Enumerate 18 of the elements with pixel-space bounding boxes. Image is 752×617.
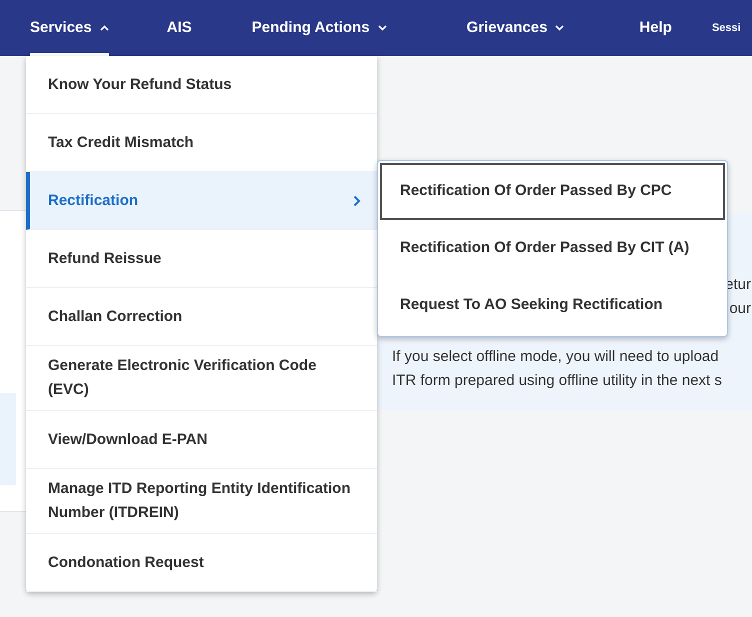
menu-item[interactable]: Know Your Refund Status (26, 56, 377, 114)
info-text: our (729, 299, 752, 319)
nav-menu-item[interactable]: Help (639, 0, 672, 56)
info-text: ITR form prepared using offline utility in the next s (391, 371, 723, 391)
submenu-item[interactable]: Rectification Of Order Passed By CPC (380, 163, 725, 220)
info-text: If you select offline mode, you will need to upload (391, 347, 720, 367)
nav-menu-item[interactable]: Sessi (712, 0, 741, 56)
chevron-right-icon (353, 194, 361, 206)
menu-item[interactable]: View/Download E-PAN (26, 411, 377, 469)
nav-menu-item[interactable]: Grievances (466, 0, 564, 56)
menu-item[interactable]: Manage ITD Reporting Entity Identification Number (ITDREIN) (26, 469, 377, 534)
menu-item[interactable]: Generate Electronic Verification Code (EVC) (26, 346, 377, 411)
menu-item[interactable]: Rectification (26, 172, 377, 230)
nav-menu-item[interactable]: AIS (166, 0, 192, 56)
menu-item[interactable]: Condonation Request (26, 534, 377, 592)
nav-menu-item[interactable]: Pending Actions (252, 0, 387, 56)
submenu-item[interactable]: Request To AO Seeking Rectification (380, 277, 725, 334)
submenu-item[interactable]: Rectification Of Order Passed By CIT (A) (380, 220, 725, 277)
